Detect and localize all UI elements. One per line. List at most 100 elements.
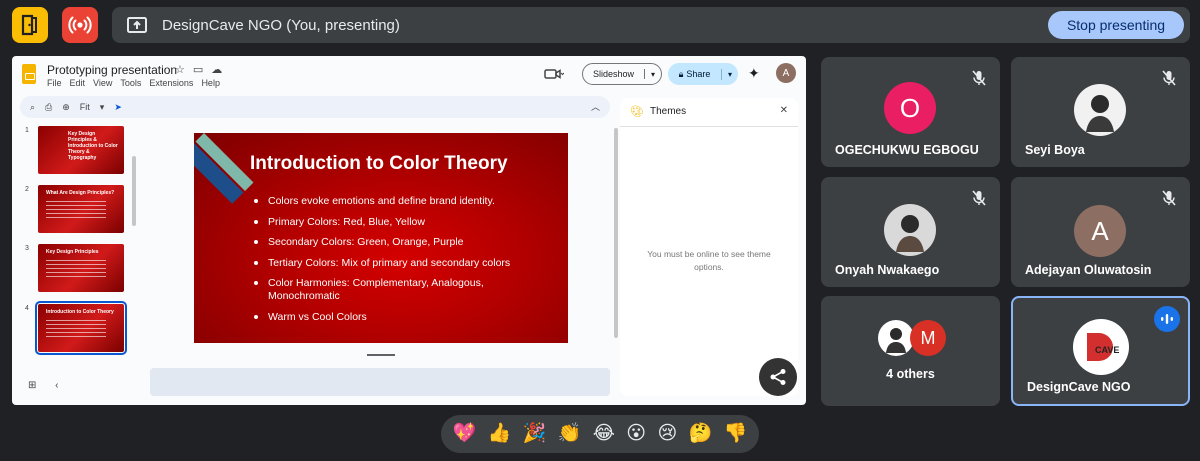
- current-slide[interactable]: Introduction to Color Theory Colors evok…: [194, 133, 568, 343]
- participant-name: Seyi Boya: [1025, 143, 1085, 157]
- slide-thumbnail[interactable]: Key Design Principles: [38, 244, 124, 292]
- share-icon: [770, 369, 786, 385]
- star-icon[interactable]: ☆: [175, 63, 185, 76]
- camera-icon[interactable]: [544, 68, 565, 83]
- reaction-sad[interactable]: 😢: [657, 424, 677, 444]
- canvas-scrollbar[interactable]: [614, 128, 618, 338]
- slide-thumbnail-selected[interactable]: Introduction to Color Theory: [35, 301, 127, 355]
- audio-level-icon: [1154, 306, 1180, 332]
- presenting-title: DesignCave NGO (You, presenting): [162, 16, 400, 34]
- others-tile[interactable]: M 4 others: [821, 296, 1000, 406]
- reactions-bar: 💖 👍 🎉 👏 😂 😮 😢 🤔 👎: [441, 415, 759, 453]
- participant-tile[interactable]: Onyah Nwakaego: [821, 177, 1000, 287]
- print-icon[interactable]: ⎙: [45, 102, 52, 113]
- slides-app-icon: [22, 64, 36, 84]
- chevron-up-icon[interactable]: ︿: [591, 100, 600, 113]
- close-icon[interactable]: ✕: [780, 105, 788, 116]
- participant-name: Onyah Nwakaego: [835, 263, 940, 277]
- avatar: O: [884, 82, 936, 134]
- search-icon[interactable]: ⌕: [30, 102, 35, 113]
- reaction-clap[interactable]: 👏: [558, 424, 582, 444]
- present-screen-icon: [126, 16, 148, 34]
- folder-icon[interactable]: ▭: [193, 63, 203, 76]
- bullet-item: Warm vs Cool Colors: [254, 311, 554, 324]
- reaction-party[interactable]: 🎉: [523, 424, 547, 444]
- slide-number: 2: [25, 186, 29, 193]
- participant-tile[interactable]: O OGECHUKWU EGBOGU: [821, 57, 1000, 167]
- slideshow-label[interactable]: Slideshow: [583, 69, 645, 79]
- logo-text: CAVE: [1095, 345, 1119, 355]
- slide-title: Introduction to Color Theory: [250, 153, 508, 174]
- participant-tile[interactable]: Seyi Boya: [1011, 57, 1190, 167]
- bullet-item: Tertiary Colors: Mix of primary and seco…: [254, 257, 554, 270]
- door-exit-icon: [21, 14, 37, 36]
- slide-number: 4: [25, 305, 29, 312]
- select-cursor-icon[interactable]: ➤: [114, 102, 122, 113]
- share-button[interactable]: 🔒︎ Share ▾: [668, 63, 738, 85]
- chevron-down-icon[interactable]: ▾: [722, 70, 738, 79]
- reaction-heart[interactable]: 💖: [453, 424, 477, 444]
- participant-name: OGECHUKWU EGBOGU: [835, 143, 979, 157]
- toolbar: ⌕ ⎙ ⊕ Fit ▾ ➤ ︿: [20, 96, 610, 118]
- thumbnail-scrollbar[interactable]: [132, 156, 136, 226]
- shared-slides-window: Prototyping presentation ☆ ▭ ☁ File Edit…: [12, 56, 806, 405]
- menu-bar: File Edit View Tools Extensions Help: [47, 78, 220, 88]
- menu-file[interactable]: File: [47, 78, 62, 88]
- participant-name: 4 others: [886, 367, 935, 381]
- slide-thumbnails: 1 Key Design Principles & Introduction t…: [12, 122, 140, 372]
- menu-tools[interactable]: Tools: [120, 78, 141, 88]
- avatar: M: [910, 320, 946, 356]
- offline-message: You must be online to see theme options.: [647, 249, 771, 272]
- bullet-item: Color Harmonies: Complementary, Analogou…: [254, 277, 554, 303]
- speaker-notes[interactable]: [150, 368, 610, 396]
- bullet-item: Colors evoke emotions and define brand i…: [254, 195, 554, 208]
- live-broadcast-button[interactable]: [62, 7, 98, 43]
- menu-view[interactable]: View: [93, 78, 112, 88]
- avatar-photo: [1074, 84, 1126, 136]
- share-label: Share: [686, 69, 711, 79]
- gemini-sparkle-icon[interactable]: ✦: [748, 65, 760, 82]
- participant-tile[interactable]: A Adejayan Oluwatosin: [1011, 177, 1190, 287]
- stop-presenting-button[interactable]: Stop presenting: [1048, 11, 1184, 39]
- cloud-icon[interactable]: ☁: [211, 63, 222, 76]
- menu-edit[interactable]: Edit: [70, 78, 86, 88]
- themes-title: Themes: [650, 106, 687, 117]
- zoom-select[interactable]: Fit: [80, 102, 90, 112]
- reaction-thumbs-up[interactable]: 👍: [488, 424, 512, 444]
- slide-bullets: Colors evoke emotions and define brand i…: [254, 195, 554, 331]
- mic-off-icon: [1158, 187, 1180, 209]
- menu-extensions[interactable]: Extensions: [149, 78, 193, 88]
- leave-call-button[interactable]: [12, 7, 48, 43]
- chevron-down-icon[interactable]: ▾: [645, 70, 661, 79]
- slide-thumbnail[interactable]: Key Design Principles & Introduction to …: [38, 126, 124, 174]
- self-tile[interactable]: CAVE DesignCave NGO: [1011, 296, 1190, 406]
- zoom-icon[interactable]: ⊕: [62, 102, 70, 113]
- slide-thumbnail[interactable]: What Are Design Principles?: [38, 185, 124, 233]
- share-fab-button[interactable]: [759, 358, 797, 396]
- mic-off-icon: [968, 67, 990, 89]
- account-avatar[interactable]: A: [776, 63, 796, 83]
- reaction-thumbs-down[interactable]: 👎: [724, 424, 748, 444]
- broadcast-icon: [68, 16, 92, 34]
- mic-off-icon: [968, 187, 990, 209]
- participant-name: Adejayan Oluwatosin: [1025, 263, 1152, 277]
- reaction-surprised[interactable]: 😮: [626, 424, 646, 444]
- grid-view-icon[interactable]: ⊞: [28, 380, 36, 391]
- participant-name: DesignCave NGO: [1027, 380, 1131, 394]
- avatar-photo: [884, 204, 936, 256]
- menu-help[interactable]: Help: [201, 78, 220, 88]
- document-title[interactable]: Prototyping presentation: [47, 63, 177, 77]
- palette-icon: 🎨︎: [630, 106, 644, 118]
- bullet-item: Primary Colors: Red, Blue, Yellow: [254, 216, 554, 229]
- bullet-item: Secondary Colors: Green, Orange, Purple: [254, 236, 554, 249]
- resize-handle[interactable]: [367, 354, 395, 356]
- avatar: A: [1074, 205, 1126, 257]
- chevron-left-icon[interactable]: ‹: [55, 380, 58, 391]
- slide-number: 1: [25, 127, 29, 134]
- reaction-laugh[interactable]: 😂: [593, 424, 615, 444]
- slideshow-button[interactable]: Slideshow ▾: [582, 63, 662, 85]
- reaction-thinking[interactable]: 🤔: [689, 424, 713, 444]
- designcave-logo: CAVE: [1073, 319, 1129, 375]
- chevron-down-icon[interactable]: ▾: [100, 102, 105, 113]
- lock-icon: 🔒︎: [678, 68, 684, 79]
